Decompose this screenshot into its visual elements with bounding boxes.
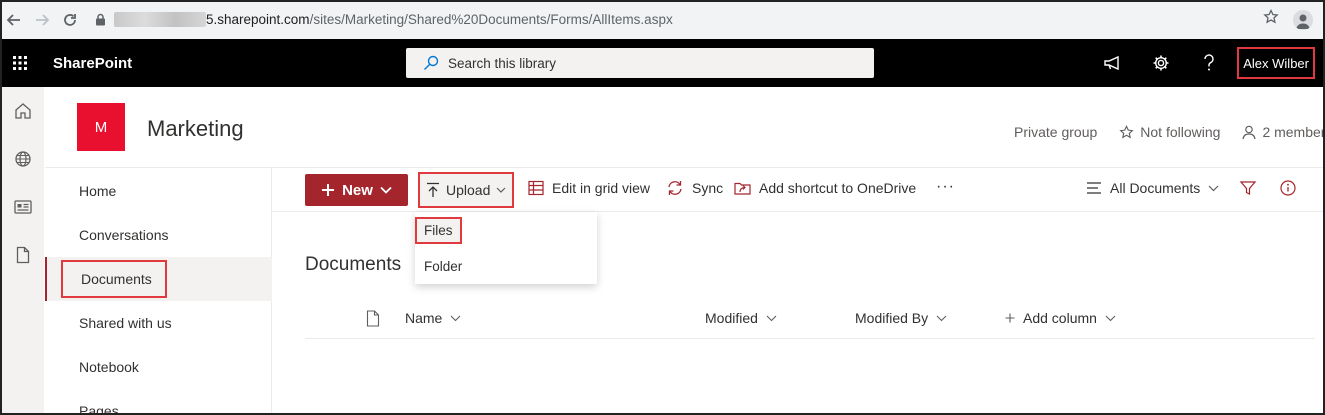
file-icon[interactable] bbox=[2, 231, 44, 279]
sync-icon bbox=[668, 181, 682, 195]
column-name[interactable]: Name bbox=[405, 310, 461, 326]
library-heading: Documents bbox=[305, 254, 402, 275]
view-selector[interactable]: All Documents bbox=[1086, 180, 1219, 196]
nav-item-documents[interactable]: Documents bbox=[45, 257, 272, 301]
home-icon[interactable] bbox=[2, 87, 44, 135]
upload-menu-item-files[interactable]: Files bbox=[415, 212, 597, 248]
column-headers: Name Modified Modified By Add column bbox=[305, 298, 1315, 339]
column-modified-by[interactable]: Modified By bbox=[855, 310, 947, 326]
forward-icon[interactable] bbox=[28, 6, 56, 34]
help-icon[interactable] bbox=[1185, 39, 1233, 87]
info-icon[interactable] bbox=[1280, 180, 1296, 196]
chevron-down-icon bbox=[450, 315, 461, 321]
site-navigation: Home Conversations Documents Shared with… bbox=[45, 168, 272, 413]
star-icon bbox=[1119, 124, 1134, 138]
site-meta: Private group Not following 2 members bbox=[1014, 124, 1325, 140]
add-column-button[interactable]: Add column bbox=[1005, 310, 1116, 326]
file-type-icon[interactable] bbox=[366, 310, 380, 327]
search-placeholder: Search this library bbox=[448, 55, 557, 71]
upload-menu-item-folder[interactable]: Folder bbox=[415, 248, 597, 284]
nav-item-pages[interactable]: Pages bbox=[45, 389, 272, 413]
column-modified[interactable]: Modified bbox=[705, 310, 777, 326]
upload-menu: Files Folder bbox=[415, 212, 597, 284]
bookmark-star-icon[interactable] bbox=[1263, 8, 1279, 30]
upload-icon bbox=[427, 182, 439, 197]
browser-profile-icon[interactable] bbox=[1293, 9, 1313, 30]
nav-item-conversations[interactable]: Conversations bbox=[45, 213, 272, 257]
megaphone-icon[interactable] bbox=[1089, 39, 1137, 87]
add-shortcut-onedrive-button[interactable]: Add shortcut to OneDrive bbox=[734, 180, 916, 196]
chevron-down-icon bbox=[1208, 185, 1219, 191]
account-manager-button[interactable]: Alex Wilber bbox=[1237, 47, 1315, 79]
nav-item-notebook[interactable]: Notebook bbox=[45, 345, 272, 389]
plus-icon bbox=[1005, 313, 1015, 323]
search-box[interactable]: Search this library bbox=[406, 48, 874, 78]
shortcut-icon bbox=[734, 182, 751, 195]
search-icon bbox=[414, 55, 448, 71]
address-bar[interactable]: 5.sharepoint.com/sites/Marketing/Shared%… bbox=[90, 6, 1263, 34]
reload-icon[interactable] bbox=[56, 6, 84, 34]
members-button[interactable]: 2 members bbox=[1242, 124, 1325, 140]
chevron-down-icon bbox=[380, 186, 392, 194]
back-icon[interactable] bbox=[0, 6, 28, 34]
site-logo[interactable]: M bbox=[77, 103, 125, 151]
url-text: 5.sharepoint.com/sites/Marketing/Shared%… bbox=[206, 12, 673, 27]
suite-bar: SharePoint Search this library Alex Wilb… bbox=[0, 39, 1325, 87]
new-button[interactable]: New bbox=[305, 174, 408, 206]
chevron-down-icon bbox=[1105, 315, 1116, 321]
chevron-down-icon bbox=[766, 315, 777, 321]
site-title[interactable]: Marketing bbox=[147, 116, 244, 142]
plus-icon bbox=[322, 184, 335, 196]
lock-icon bbox=[90, 13, 110, 26]
gear-icon[interactable] bbox=[1137, 39, 1185, 87]
app-rail bbox=[2, 87, 44, 413]
app-launcher-icon[interactable] bbox=[0, 39, 40, 87]
more-actions-icon[interactable]: ··· bbox=[936, 178, 955, 196]
redacted-url-segment bbox=[114, 12, 206, 27]
browser-toolbar: 5.sharepoint.com/sites/Marketing/Shared%… bbox=[0, 0, 1325, 39]
list-view-icon bbox=[1087, 182, 1101, 194]
nav-item-home[interactable]: Home bbox=[45, 169, 272, 213]
chevron-down-icon bbox=[496, 187, 506, 193]
news-icon[interactable] bbox=[2, 183, 44, 231]
person-icon bbox=[1242, 125, 1257, 139]
edit-grid-view-button[interactable]: Edit in grid view bbox=[528, 180, 650, 196]
upload-button[interactable]: Upload bbox=[418, 172, 514, 208]
command-bar: New Upload Edit in grid view Sync Add sh… bbox=[272, 168, 1325, 212]
nav-item-shared-with-us[interactable]: Shared with us bbox=[45, 301, 272, 345]
filter-icon[interactable] bbox=[1240, 180, 1256, 196]
globe-icon[interactable] bbox=[2, 135, 44, 183]
follow-button[interactable]: Not following bbox=[1119, 124, 1220, 140]
sync-button[interactable]: Sync bbox=[666, 180, 723, 196]
chevron-down-icon bbox=[936, 315, 947, 321]
grid-icon bbox=[528, 180, 544, 196]
app-name[interactable]: SharePoint bbox=[53, 55, 132, 72]
privacy-label: Private group bbox=[1014, 124, 1098, 140]
